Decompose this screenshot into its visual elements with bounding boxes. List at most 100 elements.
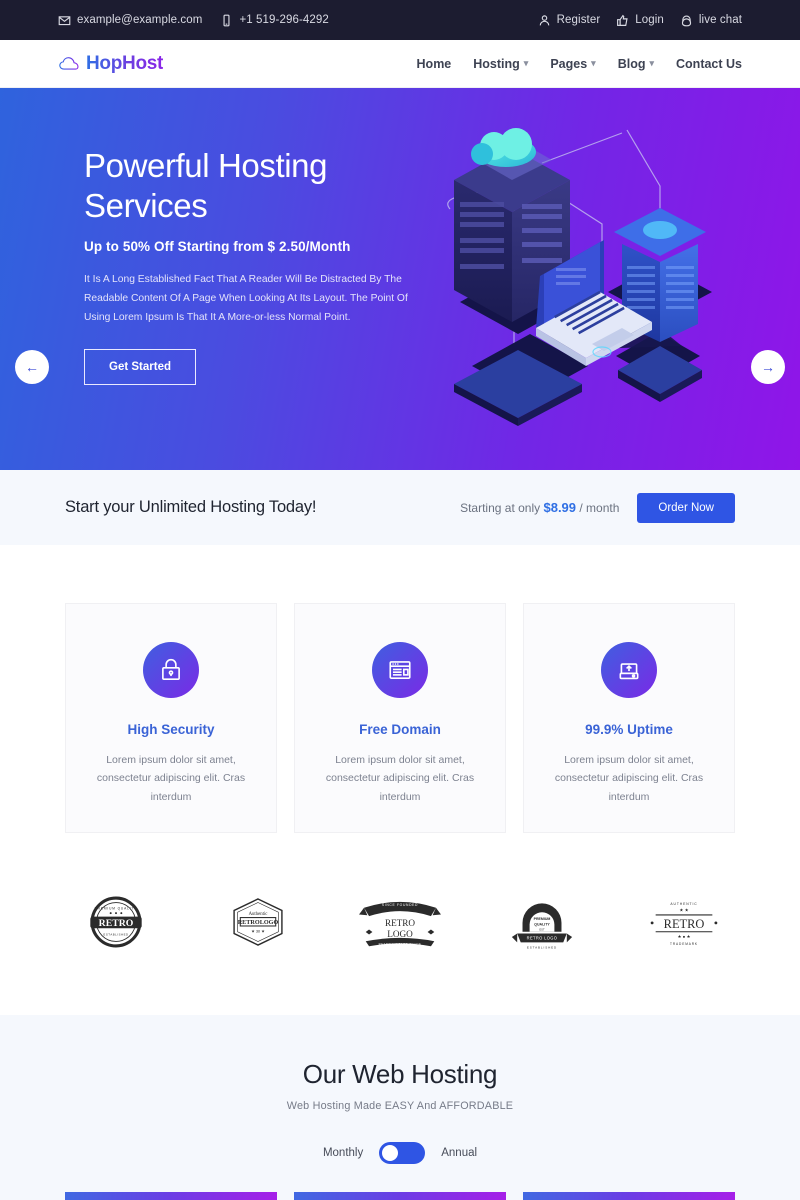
nav-item-hosting[interactable]: Hosting ▾ xyxy=(473,57,528,71)
retro-badge-hexagon-icon: Authentic RETROLOGO ★ 30 ★ xyxy=(233,898,283,946)
promo-title: Start your Unlimited Hosting Today! xyxy=(65,498,317,516)
feature-card-high-security[interactable]: High Security Lorem ipsum dolor sit amet… xyxy=(65,603,277,833)
brand-logo-retro-lines: AUTHENTIC ★ ★ RETRO ★ ● ★ TRADEMARK xyxy=(638,891,730,953)
pricing-section: Our Web Hosting Web Hosting Made EASY An… xyxy=(0,1015,800,1200)
pricing-card-1[interactable] xyxy=(65,1192,277,1200)
svg-text:EST: EST xyxy=(539,927,545,931)
promo-price-text: Starting at only $8.99 / month xyxy=(460,500,619,515)
nav-item-contact-us-label: Contact Us xyxy=(676,56,742,71)
brand-logo-retro-ribbon: SINCE FOUNDED RETRO LOGO RETRO VINTAGE T… xyxy=(354,891,446,953)
retro-badge-circle-icon: RETRO PREMIUM QUALITY ESTABLISHED xyxy=(90,896,142,948)
feature-title: 99.9% Uptime xyxy=(585,722,673,737)
get-started-button[interactable]: Get Started xyxy=(84,348,196,385)
svg-text:PREMIUM: PREMIUM xyxy=(534,917,551,921)
retro-badge-lines-icon: AUTHENTIC ★ ★ RETRO ★ ● ★ TRADEMARK xyxy=(650,902,718,946)
brand-logo-retro-circle: RETRO PREMIUM QUALITY ESTABLISHED xyxy=(70,891,162,953)
order-now-button[interactable]: Order Now xyxy=(637,492,735,523)
brand-logo-retro-hexagon: Authentic RETROLOGO ★ 30 ★ xyxy=(212,891,304,953)
nav-item-blog[interactable]: Blog ▾ xyxy=(618,57,654,71)
topbar-phone[interactable]: +1 519-296-4292 xyxy=(220,14,329,27)
pricing-card-3[interactable] xyxy=(523,1192,735,1200)
nav-item-pages[interactable]: Pages ▾ xyxy=(550,57,595,71)
login-link[interactable]: Login xyxy=(616,14,664,27)
user-icon xyxy=(539,14,549,25)
feature-description: Lorem ipsum dolor sit amet, consectetur … xyxy=(554,754,704,803)
promo-price-suffix: / month xyxy=(576,501,620,515)
feature-icon-wrap xyxy=(372,642,428,698)
feature-icon-wrap xyxy=(143,642,199,698)
feature-cards: High Security Lorem ipsum dolor sit amet… xyxy=(0,545,800,833)
svg-text:SINCE FOUNDED: SINCE FOUNDED xyxy=(382,903,418,907)
pricing-title: Our Web Hosting xyxy=(302,1059,498,1089)
pricing-card-header xyxy=(294,1192,506,1200)
svg-text:RETROLOGO: RETROLOGO xyxy=(238,919,279,926)
server-upload-icon xyxy=(619,663,639,680)
nav-item-home[interactable]: Home xyxy=(417,57,452,71)
nav-item-contact-us[interactable]: Contact Us xyxy=(676,57,742,71)
main-navigation: HopHost Home Hosting ▾ Pages ▾ Blog ▾ Co… xyxy=(0,40,800,88)
chevron-down-icon: ▾ xyxy=(649,58,655,68)
browser-window-icon xyxy=(389,661,411,679)
carousel-prev-button[interactable]: ← xyxy=(15,350,49,384)
feature-title: High Security xyxy=(127,722,215,737)
promo-actions: Starting at only $8.99 / month Order Now xyxy=(460,492,735,523)
billing-period-toggle[interactable] xyxy=(379,1142,426,1164)
live-chat-label: live chat xyxy=(698,14,742,26)
svg-text:★ ● ★: ★ ● ★ xyxy=(677,934,690,939)
retro-badge-ribbon-icon: SINCE FOUNDED RETRO LOGO RETRO VINTAGE T… xyxy=(359,901,441,947)
svg-text:ESTABLISHED: ESTABLISHED xyxy=(103,932,128,936)
phone-icon xyxy=(223,14,230,26)
svg-text:RETRO VINTAGE TRADE: RETRO VINTAGE TRADE xyxy=(379,942,422,946)
hero-copy: Powerful Hosting Services Up to 50% Off … xyxy=(84,146,444,385)
topbar-contact-group: example@example.com +1 519-296-4292 xyxy=(58,14,329,27)
lock-icon xyxy=(162,658,180,681)
nav-item-pages-label: Pages xyxy=(550,56,588,71)
nav-item-home-label: Home xyxy=(416,56,452,71)
svg-text:★ ★: ★ ★ xyxy=(679,907,688,912)
brand-logo-retro-shield: PREMIUM QUALITY EST RETRO LOGO ESTABLISH… xyxy=(496,891,588,953)
toggle-label-monthly[interactable]: Monthly xyxy=(323,1147,363,1159)
hero-banner: Powerful Hosting Services Up to 50% Off … xyxy=(0,88,800,470)
svg-text:★ 30 ★: ★ 30 ★ xyxy=(251,929,265,934)
pricing-card-2[interactable] xyxy=(294,1192,506,1200)
live-chat-link[interactable]: live chat xyxy=(680,14,742,27)
feature-card-free-domain[interactable]: Free Domain Lorem ipsum dolor sit amet, … xyxy=(294,603,506,833)
register-label: Register xyxy=(556,14,601,26)
hero-title: Powerful Hosting Services xyxy=(84,147,328,225)
chat-icon xyxy=(681,14,692,26)
topbar-phone-text: +1 519-296-4292 xyxy=(239,14,329,26)
cloud-icon xyxy=(59,56,79,70)
feature-description: Lorem ipsum dolor sit amet, consectetur … xyxy=(96,754,246,803)
site-logo-text: HopHost xyxy=(86,52,164,74)
svg-text:Authentic: Authentic xyxy=(249,912,268,917)
toggle-label-annual[interactable]: Annual xyxy=(441,1147,477,1159)
topbar-account-group: Register Login live chat xyxy=(538,14,742,27)
feature-card-uptime[interactable]: 99.9% Uptime Lorem ipsum dolor sit amet,… xyxy=(523,603,735,833)
topbar-email-text: example@example.com xyxy=(77,14,203,26)
svg-text:PREMIUM QUALITY: PREMIUM QUALITY xyxy=(95,907,138,911)
svg-text:ESTABLISHED: ESTABLISHED xyxy=(527,946,557,950)
site-logo[interactable]: HopHost xyxy=(58,53,163,75)
pricing-subtitle: Web Hosting Made EASY And AFFORDABLE xyxy=(286,1100,514,1112)
promo-price-prefix: Starting at only xyxy=(460,501,544,515)
svg-text:AUTHENTIC: AUTHENTIC xyxy=(670,902,697,906)
svg-text:RETRO: RETRO xyxy=(99,918,134,929)
chevron-down-icon: ▾ xyxy=(523,58,529,68)
topbar-email[interactable]: example@example.com xyxy=(58,14,202,27)
svg-text:RETRO: RETRO xyxy=(664,917,705,931)
brand-logo-strip: RETRO PREMIUM QUALITY ESTABLISHED Authen… xyxy=(0,833,800,1015)
billing-period-toggle-row: Monthly Annual xyxy=(65,1142,735,1164)
hero-subtitle: Up to 50% Off Starting from $ 2.50/Month xyxy=(84,238,351,254)
feature-icon-wrap xyxy=(601,642,657,698)
feature-description: Lorem ipsum dolor sit amet, consectetur … xyxy=(325,754,475,803)
nav-menu: Home Hosting ▾ Pages ▾ Blog ▾ Contact Us xyxy=(417,57,742,71)
hero-description: It Is A Long Established Fact That A Rea… xyxy=(84,273,408,323)
register-link[interactable]: Register xyxy=(538,14,601,27)
nav-item-hosting-label: Hosting xyxy=(473,56,520,71)
retro-badge-shield-icon: PREMIUM QUALITY EST RETRO LOGO ESTABLISH… xyxy=(511,903,573,950)
svg-text:LOGO: LOGO xyxy=(387,929,413,939)
chevron-down-icon: ▾ xyxy=(591,58,596,68)
svg-text:RETRO LOGO: RETRO LOGO xyxy=(527,936,558,941)
feature-title: Free Domain xyxy=(359,722,441,737)
toggle-knob xyxy=(382,1145,399,1161)
